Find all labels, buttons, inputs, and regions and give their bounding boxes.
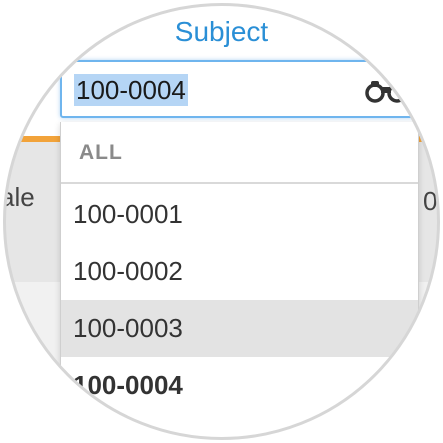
background-column-text-right: 01 xyxy=(423,186,443,216)
background-column-text-left: ale xyxy=(0,182,35,212)
subject-dropdown-list: ALL 100-0001 100-0002 100-0003 100-0004 xyxy=(60,122,419,443)
dropdown-option-selected[interactable]: 100-0004 xyxy=(61,357,418,414)
dropdown-option[interactable]: 100-0002 xyxy=(61,243,418,300)
subject-search-value[interactable]: 100-0004 xyxy=(74,74,188,106)
subject-label: Subject xyxy=(174,16,269,47)
dropdown-option[interactable]: 100-0001 xyxy=(61,186,418,243)
binoculars-icon[interactable] xyxy=(365,78,409,104)
dropdown-option-hovered[interactable]: 100-0003 xyxy=(61,300,418,357)
subject-search-input[interactable]: 100-0004 xyxy=(60,60,415,118)
dropdown-option-all[interactable]: ALL xyxy=(61,122,418,184)
magnified-view: ale 01 Subject 100-0004 ALL 100-0001 100… xyxy=(0,0,443,443)
